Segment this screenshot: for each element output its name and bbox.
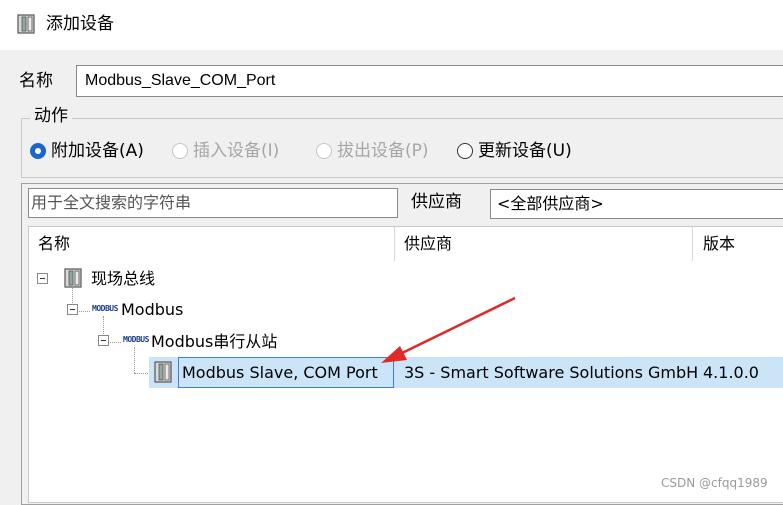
annotation-arrow: [381, 296, 516, 363]
watermark: CSDN @cfqq1989: [661, 476, 768, 490]
